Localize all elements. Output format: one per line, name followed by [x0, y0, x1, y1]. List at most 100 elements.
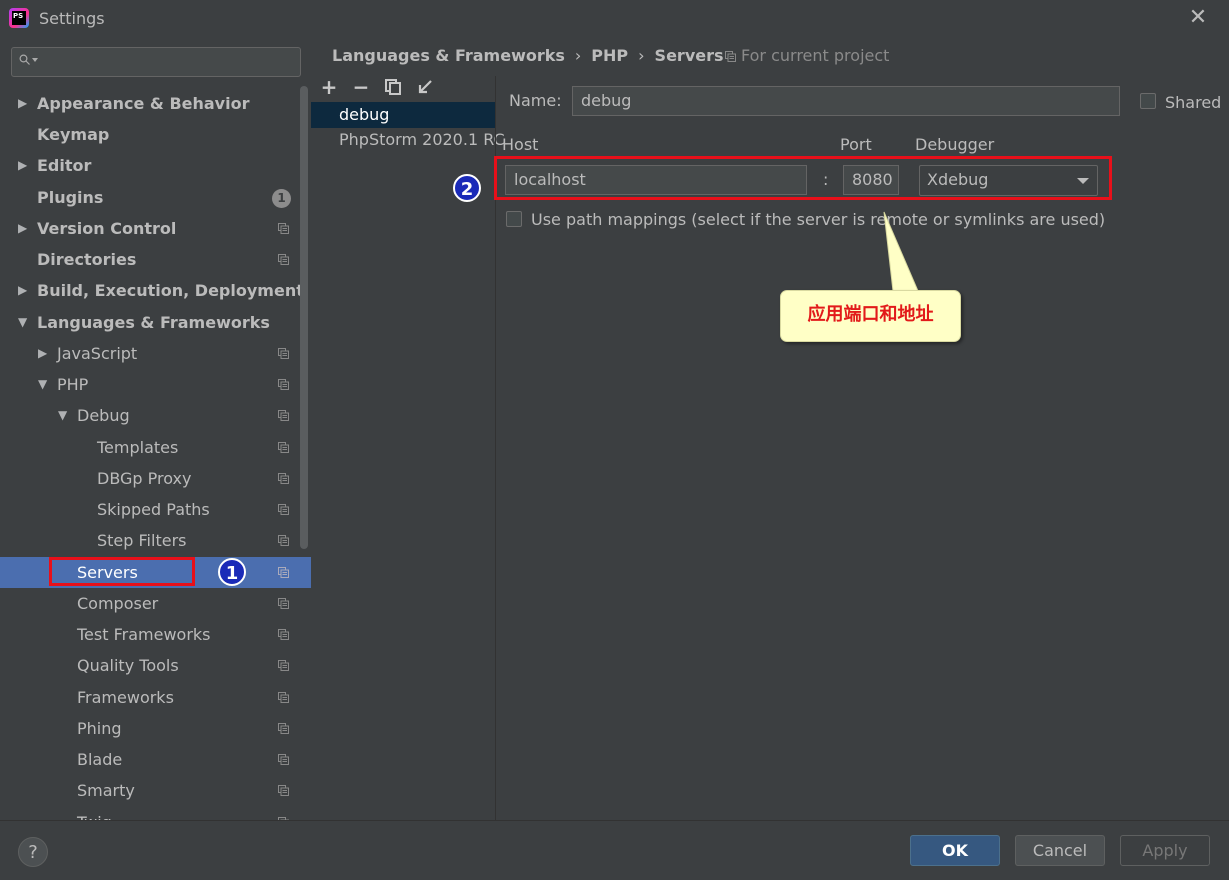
- expand-arrow-icon[interactable]: ▶: [18, 150, 27, 181]
- host-port-highlight-box: [494, 156, 1112, 200]
- debugger-label: Debugger: [915, 135, 995, 154]
- project-scope-icon: [278, 660, 289, 671]
- name-label: Name:: [509, 91, 562, 110]
- sidebar-item-editor[interactable]: ▶ Editor: [0, 150, 311, 181]
- import-icon: [418, 80, 432, 94]
- sidebar-item-label: Version Control: [37, 219, 177, 238]
- sidebar-item-label: Debug: [77, 406, 130, 425]
- dialog-footer: ? OK Cancel Apply: [0, 820, 1229, 880]
- sidebar-item-twig[interactable]: Twig: [0, 807, 311, 820]
- window-title: Settings: [39, 9, 105, 28]
- sidebar-scrollbar[interactable]: [300, 86, 308, 549]
- sidebar-item-debug[interactable]: ▼ Debug: [0, 400, 311, 431]
- sidebar-item-build-execution-deployment[interactable]: ▶ Build, Execution, Deployment: [0, 275, 311, 306]
- sidebar-item-label: Keymap: [37, 125, 110, 144]
- project-scope-icon: [278, 754, 289, 765]
- sidebar-item-keymap[interactable]: Keymap: [0, 119, 311, 150]
- use-path-mappings-checkbox[interactable]: [506, 211, 522, 227]
- sidebar-item-label: PHP: [57, 375, 89, 394]
- sidebar-item-blade[interactable]: Blade: [0, 744, 311, 775]
- ok-button[interactable]: OK: [910, 835, 1000, 866]
- remove-server-button[interactable]: −: [350, 76, 372, 98]
- sidebar-item-step-filters[interactable]: Step Filters: [0, 525, 311, 556]
- server-name-field[interactable]: debug: [572, 86, 1120, 116]
- servers-highlight-box: [49, 557, 195, 586]
- sidebar-item-label: JavaScript: [57, 344, 138, 363]
- sidebar-item-smarty[interactable]: Smarty: [0, 775, 311, 806]
- server-list-item-debug[interactable]: debug: [311, 102, 495, 128]
- sidebar-item-label: Twig: [77, 807, 112, 820]
- sidebar-item-plugins[interactable]: Plugins 1: [0, 182, 311, 213]
- sidebar-item-dbgp-proxy[interactable]: DBGp Proxy: [0, 463, 311, 494]
- servers-toolbar: + −: [311, 76, 495, 100]
- cancel-button[interactable]: Cancel: [1015, 835, 1105, 866]
- copy-icon: [385, 79, 401, 95]
- breadcrumb-php[interactable]: PHP: [591, 46, 628, 65]
- use-path-mappings-label: Use path mappings (select if the server …: [531, 210, 1106, 229]
- import-server-button[interactable]: [414, 76, 436, 98]
- sidebar-item-label: DBGp Proxy: [97, 469, 192, 488]
- project-scope-icon: [725, 51, 736, 62]
- sidebar-item-composer[interactable]: Composer: [0, 588, 311, 619]
- sidebar-item-test-frameworks[interactable]: Test Frameworks: [0, 619, 311, 650]
- breadcrumb-separator: ›: [574, 46, 582, 65]
- sidebar-item-label: Blade: [77, 750, 123, 769]
- sidebar-item-label: Directories: [37, 250, 137, 269]
- close-icon[interactable]: ✕: [1188, 7, 1208, 29]
- expand-arrow-icon[interactable]: ▶: [38, 338, 47, 369]
- sidebar-item-directories[interactable]: Directories: [0, 244, 311, 275]
- project-scope-icon: [278, 629, 289, 640]
- expand-arrow-icon[interactable]: ▶: [18, 213, 27, 244]
- sidebar-item-label: Smarty: [77, 781, 135, 800]
- collapse-arrow-icon[interactable]: ▼: [58, 400, 67, 431]
- sidebar-item-label: Editor: [37, 156, 92, 175]
- project-scope-icon: [278, 473, 289, 484]
- expand-arrow-icon[interactable]: ▶: [18, 88, 27, 119]
- sidebar-item-templates[interactable]: Templates: [0, 432, 311, 463]
- expand-arrow-icon[interactable]: ▶: [18, 275, 27, 306]
- sidebar-item-label: Frameworks: [77, 688, 174, 707]
- sidebar-item-label: Phing: [77, 719, 122, 738]
- port-label: Port: [840, 135, 872, 154]
- sidebar-item-phing[interactable]: Phing: [0, 713, 311, 744]
- apply-button[interactable]: Apply: [1120, 835, 1210, 866]
- project-scope-icon: [278, 410, 289, 421]
- project-scope-icon: [278, 348, 289, 359]
- project-scope-icon: [278, 785, 289, 796]
- breadcrumb-languages-frameworks[interactable]: Languages & Frameworks: [332, 46, 565, 65]
- sidebar-item-version-control[interactable]: ▶ Version Control: [0, 213, 311, 244]
- search-input[interactable]: [11, 47, 301, 77]
- breadcrumb: Languages & Frameworks › PHP › Servers: [332, 46, 734, 65]
- sidebar-item-javascript[interactable]: ▶ JavaScript: [0, 338, 311, 369]
- sidebar-item-appearance-behavior[interactable]: ▶ Appearance & Behavior: [0, 88, 311, 119]
- project-scope-icon: [278, 723, 289, 734]
- sidebar-item-label: Test Frameworks: [77, 625, 211, 644]
- sidebar-item-php[interactable]: ▼ PHP: [0, 369, 311, 400]
- sidebar-item-frameworks[interactable]: Frameworks: [0, 682, 311, 713]
- sidebar-item-label: Templates: [97, 438, 179, 457]
- shared-checkbox[interactable]: [1140, 93, 1156, 109]
- collapse-arrow-icon[interactable]: ▼: [38, 369, 47, 400]
- collapse-arrow-icon[interactable]: ▼: [18, 307, 27, 338]
- project-scope-icon: [278, 379, 289, 390]
- settings-sidebar: ▶ Appearance & Behavior Keymap ▶ Editor …: [0, 36, 311, 820]
- sidebar-item-label: Build, Execution, Deployment: [37, 281, 304, 300]
- add-server-button[interactable]: +: [318, 76, 340, 98]
- sidebar-item-quality-tools[interactable]: Quality Tools: [0, 650, 311, 681]
- plugins-update-badge: 1: [272, 189, 291, 208]
- sidebar-item-label: Appearance & Behavior: [37, 94, 250, 113]
- project-scope-icon: [278, 442, 289, 453]
- host-label: Host: [502, 135, 539, 154]
- sidebar-item-skipped-paths[interactable]: Skipped Paths: [0, 494, 311, 525]
- project-scope-icon: [278, 504, 289, 515]
- app-icon-text: PS: [12, 11, 26, 25]
- server-list-item-phpstorm[interactable]: PhpStorm 2020.1 RC: [311, 127, 505, 153]
- search-dropdown-icon[interactable]: [32, 58, 38, 62]
- sidebar-item-languages-frameworks[interactable]: ▼ Languages & Frameworks: [0, 307, 311, 338]
- search-icon: [19, 54, 30, 65]
- project-scope-icon: [278, 535, 289, 546]
- step-marker-1: 1: [218, 558, 246, 586]
- help-button[interactable]: ?: [18, 837, 48, 867]
- breadcrumb-separator: ›: [638, 46, 645, 65]
- copy-server-button[interactable]: [382, 76, 404, 98]
